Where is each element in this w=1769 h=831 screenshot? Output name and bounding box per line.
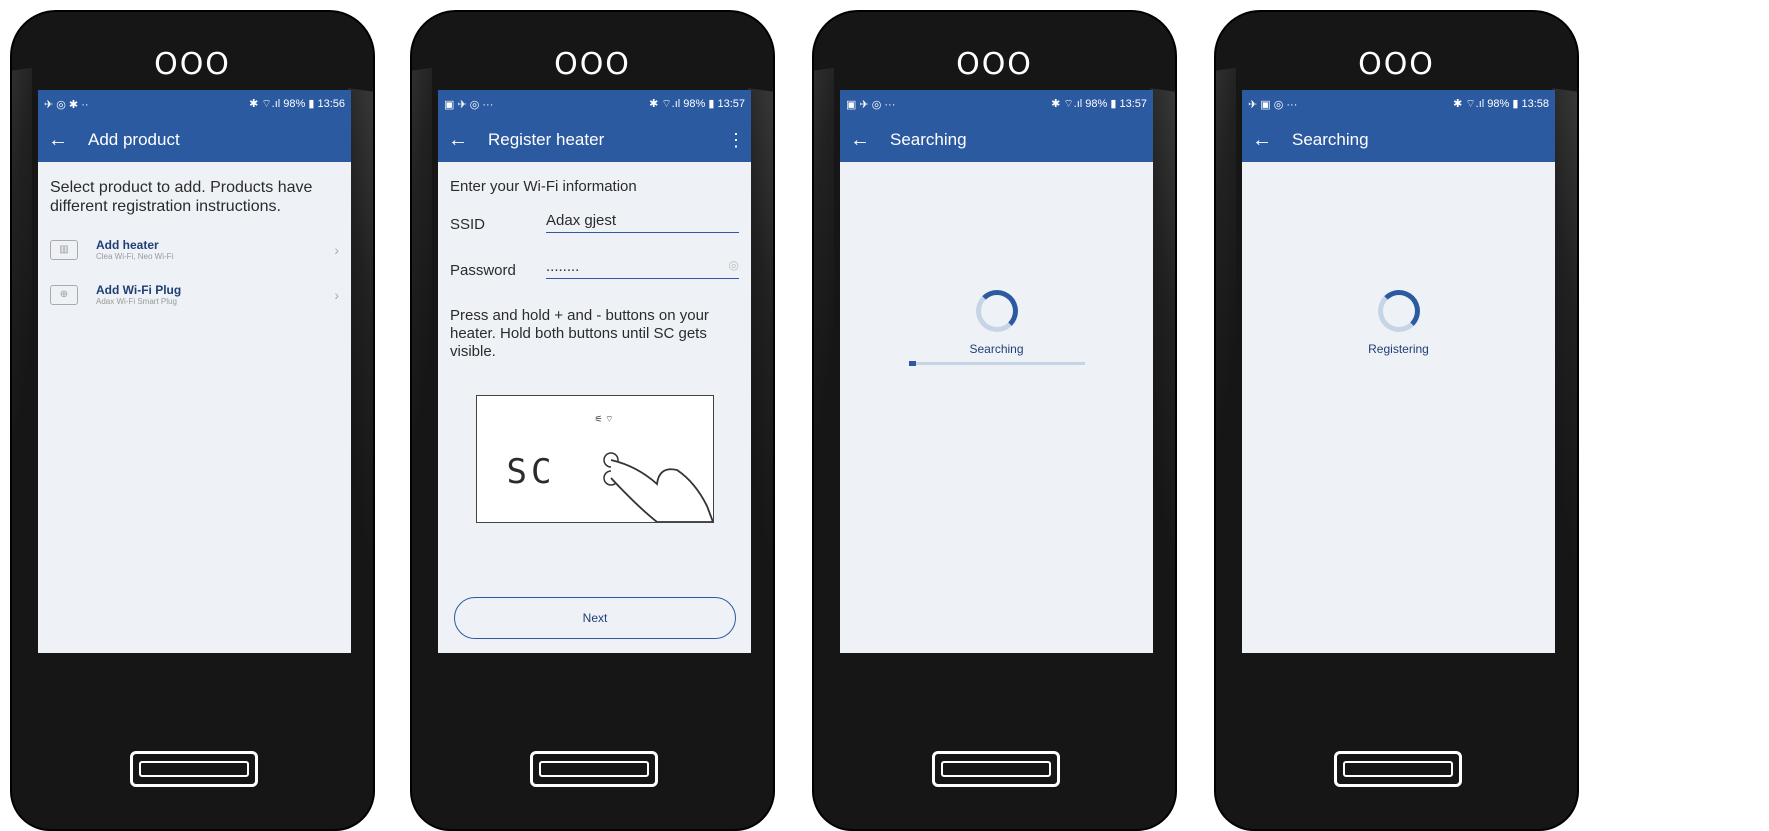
camera-dots: OOO <box>554 47 631 82</box>
heater-icon: ▥ <box>50 239 78 260</box>
registering-status: Registering <box>1242 290 1555 356</box>
page-title: Add product <box>88 130 180 149</box>
home-button[interactable] <box>530 751 658 787</box>
camera-dots: OOO <box>956 47 1033 82</box>
back-arrow-icon[interactable]: ← <box>48 129 88 152</box>
progress-fill <box>908 361 916 366</box>
app-bar: ← Searching <box>840 118 1153 162</box>
instructions-text: Press and hold + and - buttons on your h… <box>450 307 709 360</box>
screen-add-product: ✈ ◎ ✱ ·· ✱ ⌔.ıl 98% ▮ 13:56 ← Add produc… <box>38 90 351 653</box>
heater-status-icon: ⚟ ⌔ <box>594 414 614 424</box>
item-subtitle: Adax Wi-Fi Smart Plug <box>96 297 177 306</box>
camera-dots: OOO <box>1358 47 1435 82</box>
password-input[interactable]: ........ ◎ <box>546 258 739 279</box>
back-arrow-icon[interactable]: ← <box>448 129 488 152</box>
hand-pressing-icon <box>602 452 713 522</box>
back-arrow-icon[interactable]: ← <box>850 129 890 152</box>
password-row: Password ........ ◎ <box>450 249 739 279</box>
phone-3: OOO ▣ ✈ ◎ ··· ✱ ⌔.ıl 98% ▮ 13:57 ← Searc… <box>812 10 1177 831</box>
phone-4: OOO ✈ ▣ ◎ ··· ✱ ⌔.ıl 98% ▮ 13:58 ← Searc… <box>1214 10 1579 831</box>
ssid-row: SSID Adax gjest <box>450 203 739 233</box>
heater-illustration: ⚟ ⌔ SC <box>475 395 714 523</box>
more-options-icon[interactable]: ⋮ <box>727 130 745 151</box>
spinner-label: Searching <box>969 342 1024 356</box>
phone-1: OOO ✈ ◎ ✱ ·· ✱ ⌔.ıl 98% ▮ 13:56 ← Add pr… <box>10 10 375 831</box>
ssid-label: SSID <box>450 216 486 233</box>
loading-spinner-icon <box>975 290 1018 332</box>
loading-spinner-icon <box>1377 290 1420 332</box>
chevron-right-icon: › <box>334 286 339 303</box>
status-left: ▣ ✈ ◎ ··· <box>444 98 494 111</box>
screen-searching: ▣ ✈ ◎ ··· ✱ ⌔.ıl 98% ▮ 13:57 ← Searching… <box>840 90 1153 653</box>
app-bar: ← Add product <box>38 118 351 162</box>
wifi-info-label: Enter your Wi-Fi information <box>450 178 637 195</box>
eye-off-icon[interactable]: ◎ <box>729 258 739 272</box>
status-right: ✱ ⌔.ıl 98% ▮ 13:57 <box>1051 98 1147 110</box>
status-right: ✱ ⌔.ıl 98% ▮ 13:56 <box>249 98 345 110</box>
home-button[interactable] <box>130 751 258 787</box>
status-right: ✱ ⌔.ıl 98% ▮ 13:57 <box>649 98 745 110</box>
item-name: Add heater <box>96 238 159 252</box>
phone-2: OOO ▣ ✈ ◎ ··· ✱ ⌔.ıl 98% ▮ 13:57 ← Regis… <box>410 10 775 831</box>
app-bar: ← Register heater ⋮ <box>438 118 751 162</box>
chevron-right-icon: › <box>334 241 339 258</box>
status-bar: ▣ ✈ ◎ ··· ✱ ⌔.ıl 98% ▮ 13:57 <box>840 90 1153 118</box>
ssid-input[interactable]: Adax gjest <box>546 212 739 233</box>
plug-icon: ⊕ <box>50 284 78 305</box>
add-wifi-plug-item[interactable]: ⊕ Add Wi-Fi Plug Adax Wi-Fi Smart Plug › <box>50 283 339 306</box>
intro-text: Select product to add. Products have dif… <box>50 179 313 215</box>
item-subtitle: Clea Wi-Fi, Neo Wi-Fi <box>96 252 174 261</box>
back-arrow-icon[interactable]: ← <box>1252 129 1292 152</box>
page-title: Searching <box>890 130 967 149</box>
page-title: Register heater <box>488 130 605 149</box>
status-bar: ✈ ▣ ◎ ··· ✱ ⌔.ıl 98% ▮ 13:58 <box>1242 90 1555 118</box>
status-bar: ✈ ◎ ✱ ·· ✱ ⌔.ıl 98% ▮ 13:56 <box>38 90 351 118</box>
home-button[interactable] <box>932 751 1060 787</box>
page-title: Searching <box>1292 130 1369 149</box>
status-left: ✈ ◎ ✱ ·· <box>44 98 89 111</box>
item-name: Add Wi-Fi Plug <box>96 283 182 297</box>
status-right: ✱ ⌔.ıl 98% ▮ 13:58 <box>1453 98 1549 110</box>
progress-bar <box>908 361 1085 366</box>
screen-register-heater: ▣ ✈ ◎ ··· ✱ ⌔.ıl 98% ▮ 13:57 ← Register … <box>438 90 751 653</box>
screen-registering: ✈ ▣ ◎ ··· ✱ ⌔.ıl 98% ▮ 13:58 ← Searching… <box>1242 90 1555 653</box>
searching-status: Searching <box>840 290 1153 366</box>
app-bar: ← Searching <box>1242 118 1555 162</box>
status-bar: ▣ ✈ ◎ ··· ✱ ⌔.ıl 98% ▮ 13:57 <box>438 90 751 118</box>
status-left: ✈ ▣ ◎ ··· <box>1248 98 1298 111</box>
spinner-label: Registering <box>1368 342 1429 356</box>
password-value: ........ <box>546 258 580 275</box>
add-heater-item[interactable]: ▥ Add heater Clea Wi-Fi, Neo Wi-Fi › <box>50 238 339 261</box>
home-button[interactable] <box>1334 751 1462 787</box>
next-button[interactable]: Next <box>454 597 736 639</box>
status-left: ▣ ✈ ◎ ··· <box>846 98 896 111</box>
camera-dots: OOO <box>154 47 231 82</box>
heater-display-text: SC <box>506 452 556 492</box>
password-label: Password <box>450 262 516 279</box>
